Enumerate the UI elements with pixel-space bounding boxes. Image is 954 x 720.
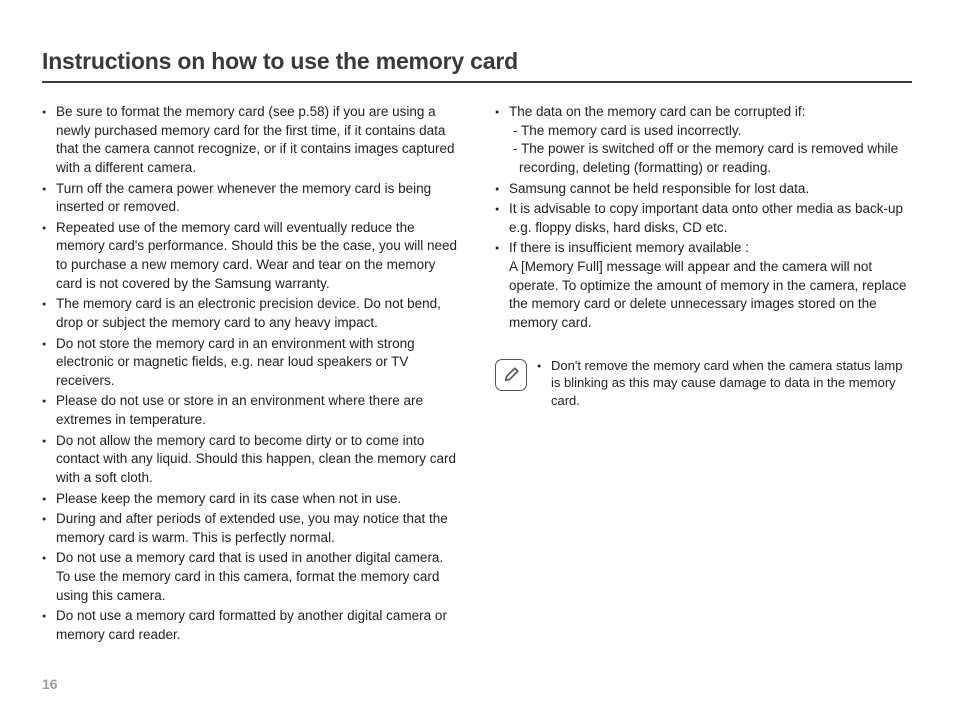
list-item-text: Don't remove the memory card when the ca…	[551, 358, 902, 409]
note-box: Don't remove the memory card when the ca…	[495, 357, 912, 411]
list-item-text: It is advisable to copy important data o…	[509, 201, 903, 235]
content-columns: Be sure to format the memory card (see p…	[42, 103, 912, 647]
list-item-text: Samsung cannot be held responsible for l…	[509, 181, 809, 196]
page-title: Instructions on how to use the memory ca…	[42, 48, 912, 83]
list-item: During and after periods of extended use…	[42, 510, 459, 547]
note-icon	[495, 359, 527, 391]
list-item: Please keep the memory card in its case …	[42, 490, 459, 509]
list-sub-item: - The power is switched off or the memor…	[509, 140, 912, 177]
column-left: Be sure to format the memory card (see p…	[42, 103, 459, 647]
note-bullet-list: Don't remove the memory card when the ca…	[537, 357, 912, 411]
list-item-text: Turn off the camera power whenever the m…	[56, 181, 431, 215]
list-item-text: Do not allow the memory card to become d…	[56, 433, 456, 485]
bullet-list-left: Be sure to format the memory card (see p…	[42, 103, 459, 645]
list-item-text: Be sure to format the memory card (see p…	[56, 104, 454, 175]
list-item-text: Do not store the memory card in an envir…	[56, 336, 415, 388]
list-item-text: Do not use a memory card that is used in…	[56, 550, 443, 602]
list-item: Don't remove the memory card when the ca…	[537, 357, 912, 411]
bullet-list-right: The data on the memory card can be corru…	[495, 103, 912, 333]
list-item-text: If there is insufficient memory availabl…	[509, 240, 749, 255]
list-item: Please do not use or store in an environ…	[42, 392, 459, 429]
list-item: Do not use a memory card that is used in…	[42, 549, 459, 605]
list-item: Be sure to format the memory card (see p…	[42, 103, 459, 178]
page-number: 16	[42, 676, 58, 692]
list-item: The memory card is an electronic precisi…	[42, 295, 459, 332]
list-item: Do not store the memory card in an envir…	[42, 335, 459, 391]
list-item-text: The memory card is an electronic precisi…	[56, 296, 441, 330]
list-item: Do not allow the memory card to become d…	[42, 432, 459, 488]
list-item-text: The data on the memory card can be corru…	[509, 104, 805, 119]
list-item-text: Please do not use or store in an environ…	[56, 393, 423, 427]
list-item: Turn off the camera power whenever the m…	[42, 180, 459, 217]
list-item: The data on the memory card can be corru…	[495, 103, 912, 178]
list-item: Do not use a memory card formatted by an…	[42, 607, 459, 644]
list-item: If there is insufficient memory availabl…	[495, 239, 912, 332]
list-item-continuation: A [Memory Full] message will appear and …	[509, 258, 912, 333]
list-item: It is advisable to copy important data o…	[495, 200, 912, 237]
list-item-text: Repeated use of the memory card will eve…	[56, 220, 457, 291]
list-item-text: During and after periods of extended use…	[56, 511, 448, 545]
list-item-text: Do not use a memory card formatted by an…	[56, 608, 447, 642]
list-item-text: Please keep the memory card in its case …	[56, 491, 401, 506]
column-right: The data on the memory card can be corru…	[495, 103, 912, 647]
list-sub-item: - The memory card is used incorrectly.	[509, 122, 912, 141]
list-item: Samsung cannot be held responsible for l…	[495, 180, 912, 199]
document-page: Instructions on how to use the memory ca…	[0, 0, 954, 647]
list-item: Repeated use of the memory card will eve…	[42, 219, 459, 294]
